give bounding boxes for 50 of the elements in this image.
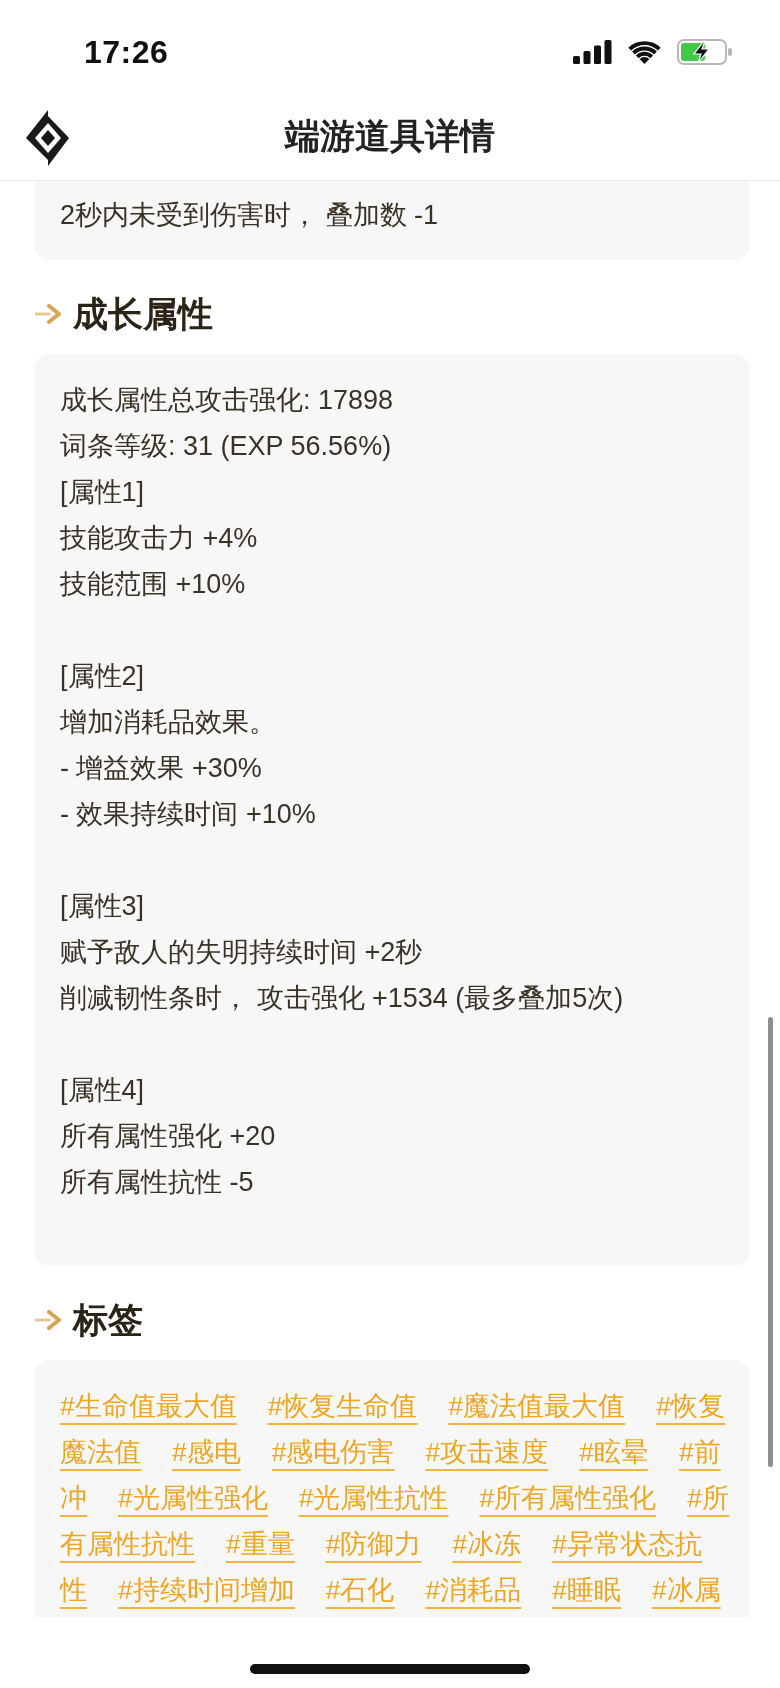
tag-link[interactable]: #所 (687, 1475, 729, 1521)
tag-link[interactable]: #恢复生命值 (267, 1383, 418, 1429)
tag-link[interactable]: #前 (679, 1429, 721, 1475)
tag-link[interactable]: #持续时间增加 (118, 1567, 295, 1613)
attribute-heading: [属性4] (60, 1074, 146, 1107)
tag-link[interactable]: 性 (60, 1567, 87, 1613)
tag-link[interactable]: #光属性抗性 (298, 1475, 449, 1521)
section-title: 成长属性 (73, 293, 213, 335)
tag-link[interactable]: #感电伤害 (271, 1429, 395, 1475)
tag-link[interactable]: #石化 (325, 1567, 395, 1613)
wifi-icon (628, 40, 661, 64)
tag-link[interactable]: #所有属性强化 (479, 1475, 657, 1521)
attribute-line: 增加消耗品效果。 (60, 706, 277, 739)
tag-link[interactable]: #感电 (172, 1429, 241, 1475)
attribute-heading: [属性3] (60, 890, 146, 923)
tag-link[interactable]: #恢复 (656, 1383, 725, 1429)
signal-icon (573, 40, 612, 64)
attribute-line: 赋予敌人的失明持续时间 +2秒 (60, 936, 424, 969)
attribute-line: - 增益效果 +30% (60, 752, 263, 785)
logo-icon (26, 110, 69, 166)
tag-link[interactable]: #眩晕 (579, 1429, 648, 1475)
tag-link[interactable]: #重量 (226, 1521, 295, 1567)
tag-link[interactable]: 冲 (60, 1475, 87, 1521)
attribute-heading: [属性2] (60, 660, 146, 693)
summary-line: 词条等级: 31 (EXP 56.56%) (60, 430, 393, 463)
effect-text: 2秒内未受到伤害时， 叠加数 -1 (60, 199, 440, 232)
tag-link[interactable]: #魔法值最大值 (448, 1383, 626, 1429)
attribute-line: 技能范围 +10% (60, 568, 247, 601)
tag-link[interactable]: #冰属 (652, 1567, 721, 1613)
attribute-line: 削减韧性条时， 攻击强化 +1534 (最多叠加5次) (60, 982, 625, 1015)
attribute-line: - 效果持续时间 +10% (60, 798, 317, 831)
tag-link[interactable]: #消耗品 (425, 1567, 522, 1613)
attribute-line: 所有属性抗性 -5 (60, 1166, 255, 1199)
tag-link[interactable]: 有属性抗性 (60, 1521, 195, 1567)
attribute-line: 所有属性强化 +20 (60, 1120, 277, 1153)
tag-link[interactable]: #异常状态抗 (552, 1521, 702, 1567)
status-time: 17:26 (84, 33, 169, 71)
tag-link[interactable]: #光属性强化 (118, 1475, 268, 1521)
page-title: 端游道具详情 (285, 115, 495, 157)
battery-icon (677, 39, 732, 65)
attribute-line: 技能攻击力 +4% (60, 522, 259, 555)
tag-link[interactable]: #攻击速度 (425, 1429, 549, 1475)
tag-link[interactable]: #防御力 (325, 1521, 422, 1567)
tag-link[interactable]: 魔法值 (60, 1429, 141, 1475)
tag-link[interactable]: #生命值最大值 (60, 1383, 237, 1429)
summary-line: 成长属性总攻击强化: 17898 (60, 384, 395, 417)
tag-link[interactable]: #冰冻 (452, 1521, 522, 1567)
attribute-heading: [属性1] (60, 476, 146, 509)
tag-link[interactable]: #睡眠 (552, 1567, 621, 1613)
section-title: 标签 (73, 1299, 143, 1341)
